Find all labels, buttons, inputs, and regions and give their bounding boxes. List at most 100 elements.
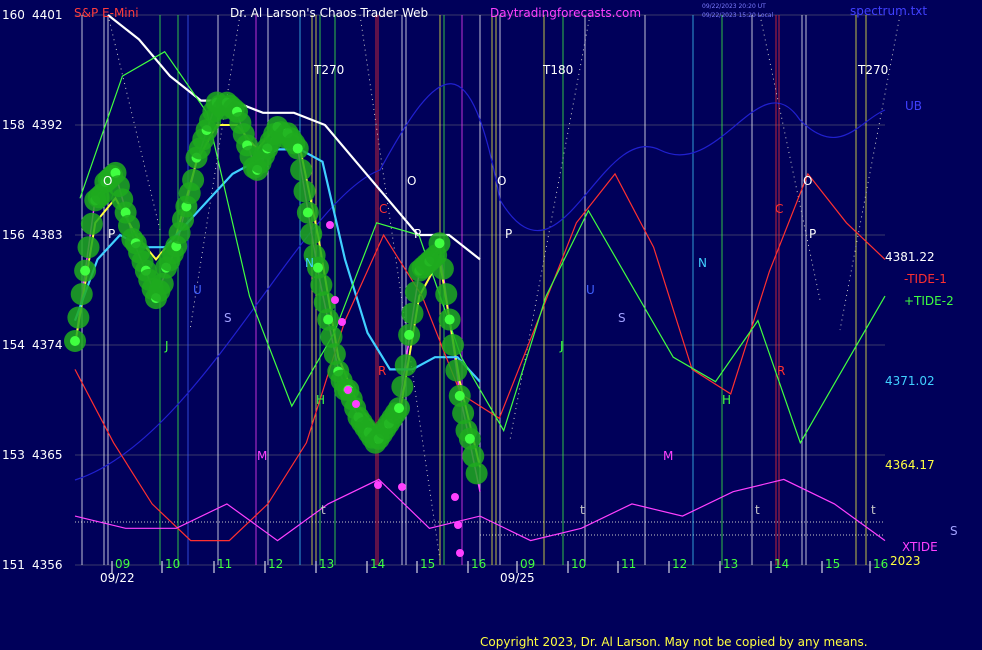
chart-title: Dr. Al Larson's Chaos Trader Web: [230, 6, 428, 20]
axis-cycle-label: 156: [2, 228, 25, 242]
bottom-axis: 09 10 11 12 13 14 15 16 09 10 11 12 13 14 15 16 09/22 09/…: [100, 557, 888, 585]
magenta-dot: [331, 296, 339, 304]
price-bubble-core: [302, 207, 313, 218]
price-bubble: [465, 462, 488, 485]
planet-letter-m: M: [663, 449, 673, 463]
price-bubble-core: [292, 143, 303, 154]
right-label-price-yellow: 4364.17: [885, 458, 935, 472]
axis-price-label: 4356: [32, 558, 63, 572]
price-bubble: [77, 236, 100, 259]
hour-label: 11: [217, 557, 232, 571]
magenta-dot: [326, 221, 334, 229]
price-bubble-core: [323, 314, 334, 325]
right-label-tide2: +TIDE-2: [904, 294, 954, 308]
cycle-marker: T180: [542, 63, 573, 77]
planet-letter-u: U: [586, 283, 595, 297]
planet-letter-t: t: [580, 503, 585, 517]
planet-letter-o: O: [803, 174, 812, 188]
planet-letter-s: S: [224, 311, 232, 325]
timestamp-ut: 09/22/2023 20:20 UT: [702, 3, 766, 10]
magenta-dot: [374, 481, 382, 489]
price-bubble: [391, 375, 414, 398]
cycle-marker: T270: [313, 63, 344, 77]
hour-label: 14: [774, 557, 789, 571]
date-label: 09/22: [100, 571, 135, 585]
right-label-year: 2023: [890, 554, 921, 568]
planet-letter-n: N: [305, 256, 314, 270]
planet-letter-p: P: [108, 227, 115, 241]
right-label-price-white: 4381.22: [885, 250, 935, 264]
price-bubble: [293, 180, 316, 203]
planet-letter-t: t: [871, 503, 876, 517]
right-labels: UB 4381.22 -TIDE-1 +TIDE-2 4371.02 4364.17 XTI…: [885, 99, 958, 568]
hour-label: 13: [319, 557, 334, 571]
price-bubble: [404, 281, 427, 304]
planet-letter-h: H: [722, 393, 731, 407]
axis-price-label: 4365: [32, 448, 63, 462]
price-bubble: [67, 306, 90, 329]
price-bubble-core: [80, 265, 91, 276]
date-label: 09/25: [500, 571, 535, 585]
planet-letter-n: N: [698, 256, 707, 270]
planet-letter-m: M: [257, 449, 267, 463]
price-bubble: [70, 283, 93, 306]
hour-label: 15: [420, 557, 435, 571]
planet-letter-o: O: [497, 174, 506, 188]
hour-label: 12: [268, 557, 283, 571]
planet-letter-h: H: [316, 393, 325, 407]
hour-label: 09: [520, 557, 535, 571]
magenta-dot: [338, 318, 346, 326]
price-bubble-core: [394, 403, 404, 414]
timestamp-local: 09/22/2023 15:20 Local: [702, 12, 774, 19]
hour-label: 12: [672, 557, 687, 571]
planet-letter-r: R: [378, 364, 386, 378]
hour-label: 16: [471, 557, 486, 571]
planet-letter-p: P: [505, 227, 512, 241]
planet-letter-p: P: [809, 227, 816, 241]
price-bubble: [442, 334, 464, 356]
axis-price-label: 4392: [32, 118, 63, 132]
left-axis: 160 4401 158 4392 156 4383 154 4374 153 4365 151 43…: [2, 8, 63, 572]
price-bubble: [290, 158, 313, 181]
hour-label: 16: [873, 557, 888, 571]
planet-letter-c: C: [379, 202, 387, 216]
chart-canvas: S&P E-Mini Dr. Al Larson's Chaos Trader …: [2, 3, 958, 585]
planet-letter-t: t: [321, 503, 326, 517]
symbol-label: S&P E-Mini: [74, 6, 139, 20]
cycle-marker: T270: [857, 63, 888, 77]
right-label-ub: UB: [905, 99, 922, 113]
axis-cycle-label: 151: [2, 558, 25, 572]
axis-price-label: 4374: [32, 338, 63, 352]
magenta-dot: [454, 521, 462, 529]
price-bubble: [300, 222, 323, 245]
hour-label: 13: [723, 557, 738, 571]
copyright-notice: Copyright 2023, Dr. Al Larson. May not b…: [480, 635, 868, 649]
price-bubble: [80, 212, 103, 235]
planet-letter-p: P: [414, 227, 421, 241]
hour-label: 11: [621, 557, 636, 571]
price-bubbles: [64, 91, 488, 557]
axis-cycle-label: 153: [2, 448, 25, 462]
price-bubble-core: [404, 329, 415, 340]
planet-letter-c: C: [775, 202, 783, 216]
axis-cycle-label: 158: [2, 118, 25, 132]
planet-letter-r: R: [777, 364, 785, 378]
price-bubble-core: [444, 314, 455, 325]
price-bubble-core: [454, 390, 465, 401]
hour-label: 10: [571, 557, 586, 571]
hour-label: 14: [370, 557, 385, 571]
price-bubble: [445, 359, 468, 382]
hour-label: 15: [825, 557, 840, 571]
axis-price-label: 4383: [32, 228, 63, 242]
planet-letter-j: J: [559, 339, 564, 353]
magenta-dot: [456, 549, 464, 557]
hour-label: 09: [115, 557, 130, 571]
time-grid-lines: [81, 14, 901, 565]
price-bubble-core: [70, 336, 80, 346]
price-bubble: [435, 283, 458, 306]
planet-letter-s: S: [618, 311, 626, 325]
right-label-s-edge: S: [950, 524, 958, 538]
right-label-price-cyan: 4371.02: [885, 374, 935, 388]
magenta-dot: [451, 493, 459, 501]
hour-label: 10: [165, 557, 180, 571]
